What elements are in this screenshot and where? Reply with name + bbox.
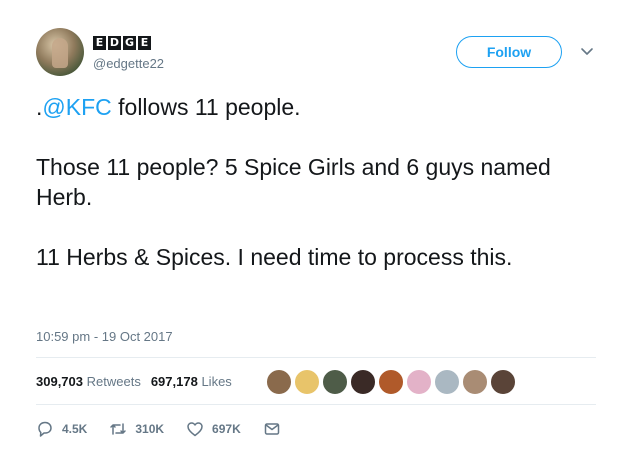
liker-avatar[interactable] (406, 369, 432, 395)
tweet-line1-rest: follows 11 people. (111, 94, 301, 120)
follow-button[interactable]: Follow (456, 36, 562, 68)
liker-avatar[interactable] (462, 369, 488, 395)
liker-avatar[interactable] (266, 369, 292, 395)
reply-button[interactable]: 4.5K (36, 420, 87, 438)
tweet-actions: 4.5K 310K 697K (36, 420, 303, 438)
retweets-label: Retweets (86, 374, 141, 389)
heart-icon (187, 422, 203, 437)
liker-avatar[interactable] (378, 369, 404, 395)
display-name-letter: G (123, 36, 136, 50)
direct-message-button[interactable] (263, 420, 281, 438)
liker-avatar[interactable] (294, 369, 320, 395)
display-name[interactable]: E D G E (93, 36, 151, 50)
like-count: 697K (212, 422, 241, 436)
liker-avatars (266, 369, 516, 395)
reply-icon (38, 421, 52, 437)
like-button[interactable]: 697K (186, 420, 241, 438)
retweet-icon (110, 423, 127, 435)
retweets-count: 309,703 (36, 374, 83, 389)
reply-count: 4.5K (62, 422, 88, 436)
display-name-letter: D (108, 36, 121, 50)
divider (36, 404, 596, 405)
tweet-stats: 309,703 Retweets 697,178 Likes (36, 374, 232, 389)
tweet-text: .@KFC follows 11 people. Those 11 people… (36, 92, 596, 302)
tweet-line2: Those 11 people? 5 Spice Girls and 6 guy… (36, 154, 551, 210)
divider (36, 357, 596, 358)
tweet-line3: 11 Herbs & Spices. I need time to proces… (36, 244, 513, 270)
display-name-letter: E (138, 36, 151, 50)
liker-avatar[interactable] (350, 369, 376, 395)
retweet-count: 310K (135, 422, 165, 436)
chevron-down-icon[interactable] (580, 44, 594, 58)
liker-avatar[interactable] (322, 369, 348, 395)
likes-stat[interactable]: 697,178 Likes (151, 374, 232, 389)
liker-avatar[interactable] (434, 369, 460, 395)
likes-count: 697,178 (150, 374, 198, 389)
display-name-letter: E (93, 36, 106, 50)
user-avatar[interactable] (36, 28, 84, 76)
tweet-timestamp[interactable]: 10:59 pm - 19 Oct 2017 (36, 329, 173, 344)
envelope-icon (264, 423, 279, 435)
liker-avatar[interactable] (490, 369, 516, 395)
user-handle[interactable]: @edgette22 (93, 56, 164, 71)
likes-label: Likes (201, 374, 232, 389)
retweet-button[interactable]: 310K (109, 420, 164, 438)
retweets-stat[interactable]: 309,703 Retweets (36, 374, 141, 389)
kfc-mention-link[interactable]: @KFC (42, 94, 111, 120)
